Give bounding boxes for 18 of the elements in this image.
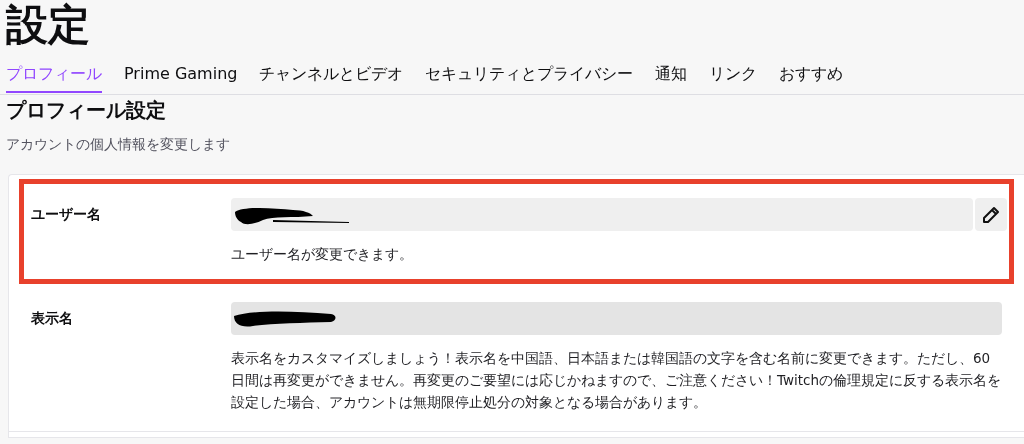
edit-button[interactable] bbox=[975, 198, 1007, 231]
text-field[interactable] bbox=[231, 198, 973, 231]
settings-tab[interactable]: セキュリティとプライバシー bbox=[425, 62, 634, 93]
field-label: 表示名 bbox=[31, 310, 73, 328]
settings-tab[interactable]: おすすめ bbox=[779, 62, 844, 93]
help-text: ユーザー名が変更できます。 bbox=[231, 245, 414, 264]
settings-tab[interactable]: チャンネルとビデオ bbox=[259, 62, 404, 93]
section-heading: プロフィール設定 bbox=[6, 97, 166, 124]
section-subtitle: アカウントの個人情報を変更します bbox=[6, 136, 230, 154]
page-title: 設定 bbox=[5, 0, 90, 51]
help-text: 表示名をカスタマイズしましょう！表示名を中国語、日本語または韓国語の文字を含む名前に変更できます。ただし、60日間は再変更ができません。再変更のご要望には応じかねますので、ご注意ください！Twitchの倫理規定に反する表示名を設定した場合、アカウントは無期限停止処分の対象となる場合があります。 bbox=[231, 349, 1002, 412]
settings-tab[interactable]: Prime Gaming bbox=[124, 62, 238, 93]
settings-tab[interactable]: 通知 bbox=[655, 62, 688, 93]
pencil-icon bbox=[982, 205, 1000, 224]
text-field[interactable] bbox=[231, 302, 1002, 335]
settings-tab[interactable]: プロフィール bbox=[6, 62, 102, 93]
settings-tab[interactable]: リンク bbox=[709, 62, 758, 93]
field-label: ユーザー名 bbox=[31, 206, 101, 224]
